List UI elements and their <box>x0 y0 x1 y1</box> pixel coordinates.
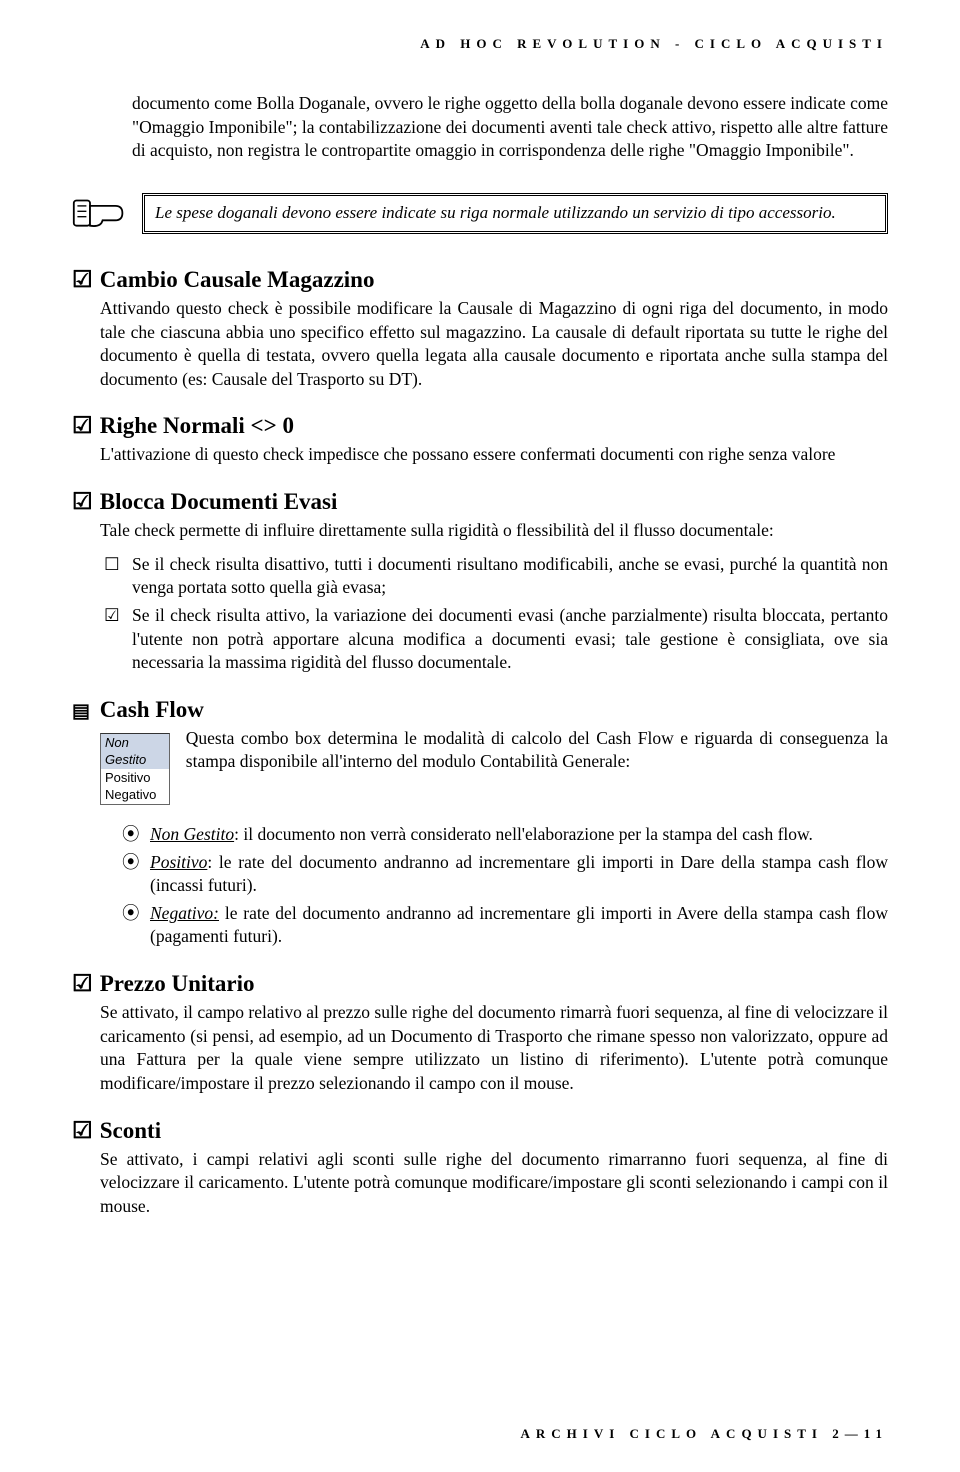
cashflow-label-positivo: Positivo <box>150 852 207 872</box>
cashflow-item-positivo: ⦿ Positivo: le rate del documento andrann… <box>122 851 888 898</box>
cashflow-combo-option-negativo[interactable]: Negativo <box>101 786 169 804</box>
cashflow-text-non-gestito: : il documento non verrà considerato nel… <box>234 824 813 844</box>
section-blocca-intro: Tale check permette di influire direttam… <box>100 519 888 543</box>
cashflow-label-non-gestito: Non Gestito <box>150 824 234 844</box>
section-prezzo-title: Prezzo Unitario <box>100 971 255 996</box>
cashflow-label-negativo: Negativo: <box>150 903 219 923</box>
pointing-hand-icon <box>72 191 126 237</box>
section-cambio-body: Attivando questo check è possibile modif… <box>100 297 888 392</box>
section-righe-body: L'attivazione di questo check impedisce … <box>100 443 888 467</box>
cashflow-text-positivo: : le rate del documento andranno ad incr… <box>150 852 888 896</box>
section-cashflow-title: Cash Flow <box>100 697 204 722</box>
callout-text: Le spese doganali devono essere indicate… <box>155 202 875 225</box>
section-righe-heading: ☑ Righe Normali <> 0 <box>72 413 888 439</box>
cashflow-description: Questa combo box determina le modalità d… <box>186 727 888 774</box>
section-blocca-title: Blocca Documenti Evasi <box>100 489 338 514</box>
bullet-dot-icon: ⦿ <box>122 823 140 847</box>
section-righe-title: Righe Normali <> 0 <box>100 413 294 438</box>
section-blocca-heading: ☑ Blocca Documenti Evasi <box>72 489 888 515</box>
cashflow-item-non-gestito: ⦿ Non Gestito: il documento non verrà con… <box>122 823 888 847</box>
cashflow-combo-option-positivo[interactable]: Positivo <box>101 769 169 787</box>
section-sconti-title: Sconti <box>100 1118 161 1143</box>
cashflow-item-negativo: ⦿ Negativo: le rate del documento andrann… <box>122 902 888 949</box>
cashflow-text-negativo: le rate del documento andranno ad increm… <box>150 903 888 947</box>
section-prezzo-heading: ☑ Prezzo Unitario <box>72 971 888 997</box>
intro-paragraph: documento come Bolla Doganale, ovvero le… <box>132 92 888 163</box>
blocca-item-on-text: Se il check risulta attivo, la variazion… <box>132 604 888 675</box>
bullet-dot-icon: ⦿ <box>122 851 140 898</box>
blocca-item-on: ☑Se il check risulta attivo, la variazio… <box>104 604 888 675</box>
checkbox-empty-icon: ☐ <box>104 553 122 600</box>
running-header: AD HOC REVOLUTION - CICLO ACQUISTI <box>72 36 888 52</box>
section-cambio-title: Cambio Causale Magazzino <box>100 267 375 292</box>
section-prezzo-body: Se attivato, il campo relativo al prezzo… <box>100 1001 888 1096</box>
blocca-item-off-text: Se il check risulta disattivo, tutti i d… <box>132 553 888 600</box>
section-sconti-body: Se attivato, i campi relativi agli scont… <box>100 1148 888 1219</box>
section-cashflow-heading: ▤ Cash Flow <box>72 697 888 723</box>
bullet-dot-icon: ⦿ <box>122 902 140 949</box>
blocca-item-off: ☐Se il check risulta disattivo, tutti i … <box>104 553 888 600</box>
section-sconti-heading: ☑ Sconti <box>72 1118 888 1144</box>
cashflow-combo-option-non-gestito[interactable]: Non Gestito <box>101 734 169 769</box>
checkbox-checked-icon: ☑ <box>104 604 122 675</box>
note-callout: Le spese doganali devono essere indicate… <box>72 191 888 237</box>
section-cambio-causale-heading: ☑ Cambio Causale Magazzino <box>72 267 888 293</box>
cashflow-combo[interactable]: Non Gestito Positivo Negativo <box>100 733 170 805</box>
running-footer: ARCHIVI CICLO ACQUISTI 2—11 <box>520 1426 888 1442</box>
